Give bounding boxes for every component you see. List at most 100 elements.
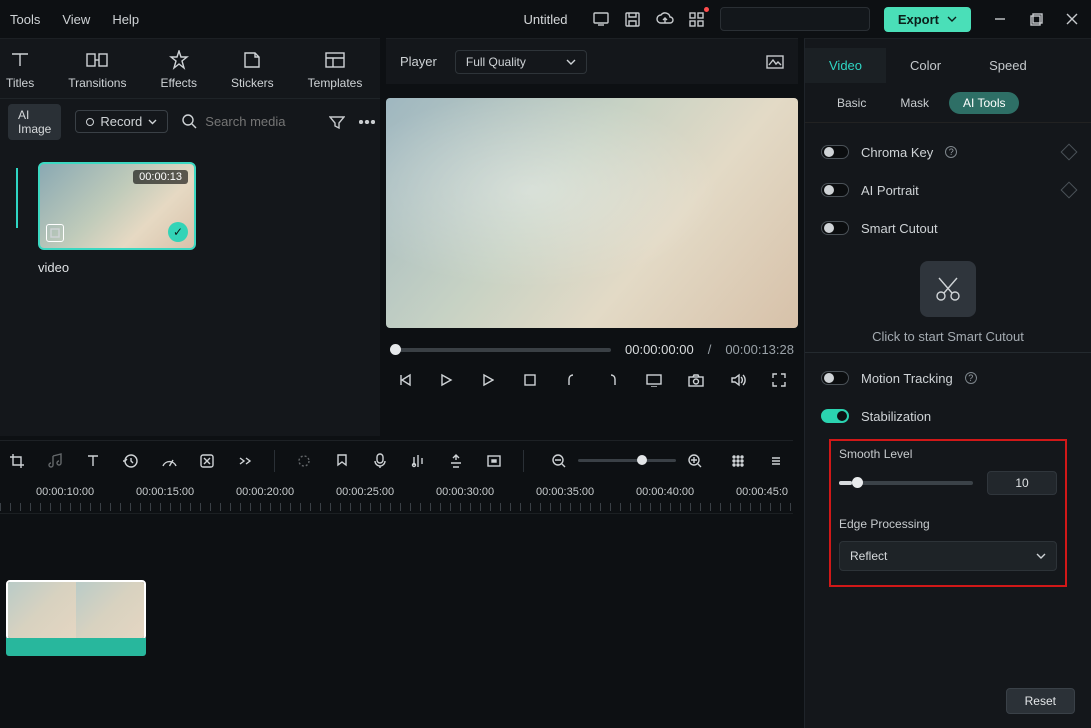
scrub-bar[interactable] (390, 348, 611, 352)
more-tools-icon[interactable] (236, 452, 254, 470)
tab-templates[interactable]: Templates (308, 48, 363, 90)
play2-icon[interactable] (479, 371, 497, 389)
text-icon[interactable] (84, 452, 102, 470)
tab-color[interactable]: Color (886, 48, 965, 83)
music-icon[interactable] (46, 452, 64, 470)
tab-transitions[interactable]: Transitions (68, 48, 126, 90)
subtab-mask[interactable]: Mask (886, 92, 943, 114)
volume-icon[interactable] (729, 371, 747, 389)
zoom-slider[interactable] (578, 459, 676, 462)
scrub-handle[interactable] (390, 344, 401, 355)
audio-sync-icon[interactable] (409, 452, 427, 470)
subtab-basic[interactable]: Basic (823, 92, 880, 114)
video-preview[interactable] (386, 98, 798, 328)
timeline-tracks[interactable] (0, 514, 793, 666)
reset-button[interactable]: Reset (1006, 688, 1075, 714)
keyframe-icon[interactable] (1061, 182, 1078, 199)
tab-transitions-label: Transitions (68, 76, 126, 90)
tab-effects[interactable]: Effects (160, 48, 196, 90)
ai-portrait-toggle[interactable] (821, 183, 849, 197)
account-box[interactable] (720, 7, 870, 31)
tab-video[interactable]: Video (805, 48, 886, 83)
ruler-label: 00:00:15:00 (136, 486, 194, 498)
mark-in-icon[interactable] (562, 371, 580, 389)
apps-icon[interactable] (688, 10, 706, 28)
export-button[interactable]: Export (884, 7, 971, 32)
crop-icon[interactable] (8, 452, 26, 470)
smooth-level-label: Smooth Level (839, 447, 1057, 461)
quality-select[interactable]: Full Quality (455, 50, 587, 74)
play-icon[interactable] (438, 371, 456, 389)
save-icon[interactable] (624, 10, 642, 28)
keyframe-icon[interactable] (1061, 144, 1078, 161)
settings-icon[interactable] (767, 452, 785, 470)
cloud-upload-icon[interactable] (656, 10, 674, 28)
edge-processing-select[interactable]: Reflect (839, 541, 1057, 571)
stabilization-label: Stabilization (861, 409, 931, 424)
tab-stickers[interactable]: Stickers (231, 48, 274, 90)
close-icon[interactable] (1063, 10, 1081, 28)
more-icon[interactable] (359, 113, 375, 131)
timeline-ruler[interactable]: 00:00:10:00 00:00:15:00 00:00:20:00 00:0… (0, 480, 793, 514)
magnetic-icon[interactable] (447, 452, 465, 470)
filter-icon[interactable] (329, 113, 345, 131)
smart-cutout-toggle[interactable] (821, 221, 849, 235)
zoom-in-icon[interactable] (686, 452, 704, 470)
smart-cutout-launcher[interactable]: Click to start Smart Cutout (821, 261, 1075, 344)
help-icon[interactable]: ? (945, 146, 957, 158)
tab-speed[interactable]: Speed (965, 48, 1051, 83)
smooth-level-slider[interactable]: 10 (839, 471, 1057, 495)
zoom-handle[interactable] (637, 455, 647, 465)
edge-processing-value: Reflect (850, 549, 887, 563)
mark-out-icon[interactable] (604, 371, 622, 389)
chevron-down-icon (1036, 553, 1046, 559)
menu-view[interactable]: View (62, 12, 90, 27)
smart-cutout-hint: Click to start Smart Cutout (872, 329, 1024, 344)
keyframe-tool-icon[interactable] (295, 452, 313, 470)
time-separator: / (708, 342, 712, 357)
clip-duration: 00:00:13 (133, 170, 188, 184)
frame-icon[interactable] (485, 452, 503, 470)
chroma-key-toggle[interactable] (821, 145, 849, 159)
track-view-icon[interactable] (729, 452, 747, 470)
smooth-level-value[interactable]: 10 (987, 471, 1057, 495)
record-icon (86, 118, 94, 126)
export-label: Export (898, 12, 939, 27)
snapshot-icon[interactable] (766, 53, 784, 71)
stop-icon[interactable] (521, 371, 539, 389)
record-button[interactable]: Record (75, 110, 168, 133)
minimize-icon[interactable] (991, 10, 1009, 28)
media-clip[interactable]: 00:00:13 ✓ video (38, 162, 198, 275)
display-icon[interactable] (592, 10, 610, 28)
prev-frame-icon[interactable] (396, 371, 414, 389)
timeline-clip[interactable] (6, 580, 146, 656)
history-icon[interactable] (122, 452, 140, 470)
motion-tracking-toggle[interactable] (821, 371, 849, 385)
subtab-ai-tools[interactable]: AI Tools (949, 92, 1019, 114)
document-title: Untitled (523, 12, 567, 27)
slider-handle[interactable] (852, 477, 863, 488)
search-media[interactable] (182, 114, 315, 129)
transport-controls: 00:00:00:00 / 00:00:13:28 (386, 342, 798, 389)
menu-tools[interactable]: Tools (10, 12, 40, 27)
help-icon[interactable]: ? (965, 372, 977, 384)
smart-cutout-label: Smart Cutout (861, 221, 938, 236)
display-mode-icon[interactable] (646, 371, 664, 389)
clip-name: video (38, 260, 198, 275)
mic-icon[interactable] (371, 452, 389, 470)
search-input[interactable] (205, 114, 315, 129)
menu-help[interactable]: Help (112, 12, 139, 27)
asset-tabs: Titles Transitions Effects Stickers Temp… (0, 38, 380, 98)
color-icon[interactable] (198, 452, 216, 470)
stabilization-toggle[interactable] (821, 409, 849, 423)
camera-icon[interactable] (687, 371, 705, 389)
ai-image-button[interactable]: AI Image (8, 104, 61, 140)
zoom-out-icon[interactable] (550, 452, 568, 470)
marker-icon[interactable] (333, 452, 351, 470)
tab-titles[interactable]: Titles (6, 48, 34, 90)
speed-icon[interactable] (160, 452, 178, 470)
restore-icon[interactable] (1027, 10, 1045, 28)
fullscreen-icon[interactable] (770, 371, 788, 389)
clip-thumbnail[interactable]: 00:00:13 ✓ (38, 162, 196, 250)
property-tabs: Video Color Speed (805, 39, 1091, 83)
